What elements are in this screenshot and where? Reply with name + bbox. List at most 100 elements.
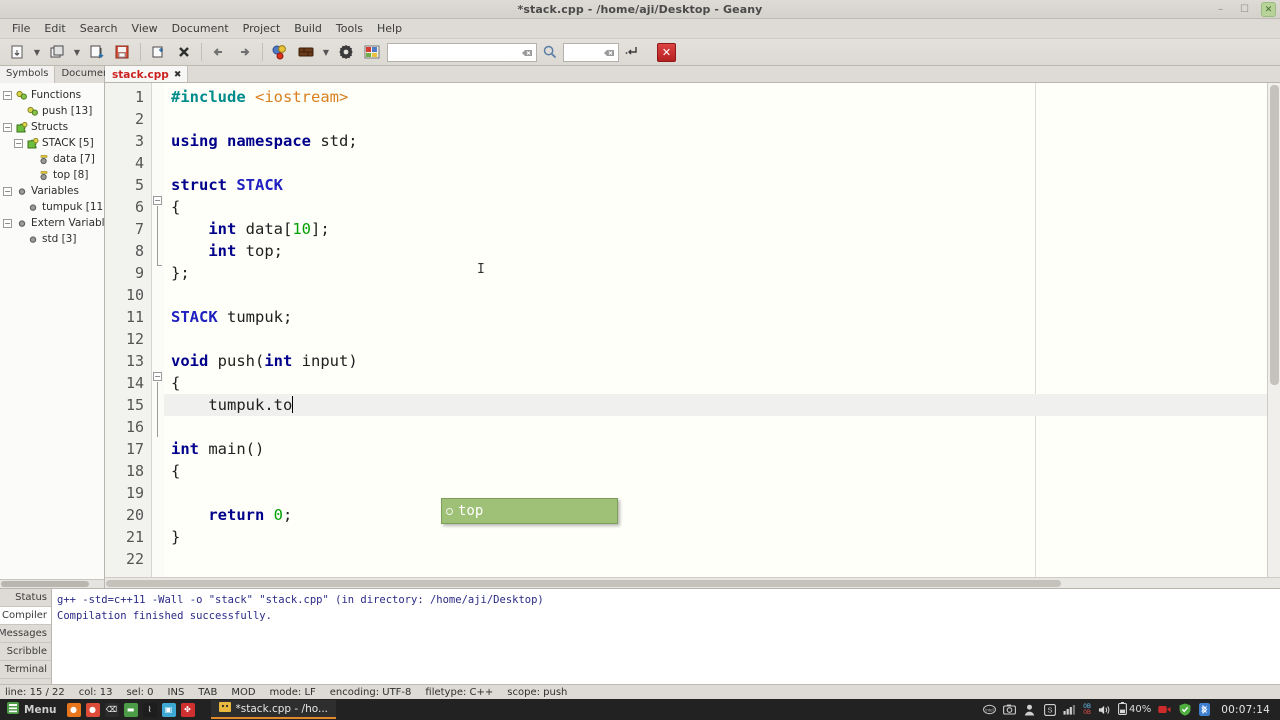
- editor-hscrollbar[interactable]: [105, 577, 1280, 588]
- archive-icon[interactable]: ✤: [180, 702, 195, 717]
- tree-expander-icon[interactable]: −: [3, 218, 12, 228]
- ubuntu-icon[interactable]: ●: [66, 702, 81, 717]
- code-line-11[interactable]: STACK tumpuk;: [164, 306, 1267, 328]
- symbol-tree-item[interactable]: − Variables: [0, 183, 104, 199]
- minimize-icon[interactable]: –: [1213, 2, 1228, 17]
- save-all-button[interactable]: [110, 40, 136, 64]
- code-line-13[interactable]: void push(int input): [164, 350, 1267, 372]
- start-menu-button[interactable]: Menu: [4, 701, 63, 718]
- editor-vscrollbar-thumb[interactable]: [1270, 85, 1279, 385]
- volume-icon[interactable]: [1098, 703, 1111, 716]
- menu-item-tools[interactable]: Tools: [329, 21, 370, 36]
- sidebar-hscrollbar-thumb[interactable]: [1, 581, 89, 587]
- save-button[interactable]: [84, 40, 110, 64]
- symbol-tree-item[interactable]: tumpuk [11]: [0, 199, 104, 215]
- code-line-9[interactable]: };: [164, 262, 1267, 284]
- symbol-tree[interactable]: − Functions push [13] − Structs − STACK [5] dat…: [0, 83, 104, 579]
- code-line-17[interactable]: int main(): [164, 438, 1267, 460]
- search-input[interactable]: [387, 42, 537, 62]
- code-area[interactable]: 1 2 3 4 5 6 7 8 9 10 11 12 13 14 15 16 17 18 19 20 21 22 − − …: [105, 83, 1280, 577]
- tray-intel-icon[interactable]: intel: [983, 703, 997, 716]
- message-tab-status[interactable]: Status: [0, 589, 51, 607]
- tree-expander-icon[interactable]: −: [14, 138, 23, 148]
- forward-button[interactable]: [232, 40, 258, 64]
- code-line-4[interactable]: [164, 152, 1267, 174]
- menu-item-project[interactable]: Project: [236, 21, 288, 36]
- folder-icon[interactable]: ▬: [123, 702, 138, 717]
- symbol-tree-item[interactable]: push [13]: [0, 103, 104, 119]
- fold-marker-line14[interactable]: −: [153, 372, 162, 381]
- code-line-5[interactable]: struct STACK: [164, 174, 1267, 196]
- tray-shutter-icon[interactable]: S: [1043, 703, 1056, 716]
- run-button[interactable]: [359, 40, 385, 64]
- pulse-icon[interactable]: ⌇: [142, 702, 157, 717]
- chevron-down-icon-3[interactable]: ▼: [319, 40, 333, 64]
- quit-button[interactable]: ✕: [657, 42, 676, 62]
- symbol-tree-item[interactable]: data [7]: [0, 151, 104, 167]
- clear-entry-icon[interactable]: [521, 47, 533, 62]
- symbol-tree-item[interactable]: − Extern Variables: [0, 215, 104, 231]
- symbol-tree-item[interactable]: top [8]: [0, 167, 104, 183]
- goto-line-icon[interactable]: [619, 40, 645, 64]
- back-button[interactable]: [206, 40, 232, 64]
- battery-indicator[interactable]: 40%: [1118, 701, 1151, 718]
- sidebar-tab-symbols[interactable]: Symbols: [0, 66, 56, 83]
- code-line-15[interactable]: tumpuk.to: [164, 394, 1267, 416]
- tray-user-icon[interactable]: [1023, 703, 1036, 716]
- symbol-tree-item[interactable]: − Structs: [0, 119, 104, 135]
- tray-network-speed[interactable]: 0B 0B: [1083, 703, 1091, 716]
- symbol-tree-item[interactable]: − Functions: [0, 87, 104, 103]
- menu-item-help[interactable]: Help: [370, 21, 409, 36]
- chevron-down-icon[interactable]: ▼: [30, 40, 44, 64]
- code-line-10[interactable]: [164, 284, 1267, 306]
- message-tab-messages[interactable]: Messages: [0, 625, 51, 643]
- close-icon[interactable]: ✕: [1261, 2, 1276, 17]
- clear-entry-icon-2[interactable]: [603, 47, 615, 62]
- message-tab-terminal[interactable]: Terminal: [0, 661, 51, 679]
- code-line-3[interactable]: using namespace std;: [164, 130, 1267, 152]
- code-line-22[interactable]: [164, 548, 1267, 570]
- fold-marker-line6[interactable]: −: [153, 196, 162, 205]
- goto-line-input[interactable]: [563, 42, 619, 62]
- menu-item-search[interactable]: Search: [73, 21, 125, 36]
- close-file-button[interactable]: [171, 40, 197, 64]
- code-line-8[interactable]: int top;: [164, 240, 1267, 262]
- code-line-6[interactable]: {: [164, 196, 1267, 218]
- editor-vscrollbar[interactable]: [1267, 83, 1280, 577]
- chrome-icon[interactable]: ●: [85, 702, 100, 717]
- open-file-button[interactable]: [44, 40, 70, 64]
- code-line-12[interactable]: [164, 328, 1267, 350]
- code-line-18[interactable]: {: [164, 460, 1267, 482]
- symbol-tree-item[interactable]: − STACK [5]: [0, 135, 104, 151]
- code-line-14[interactable]: {: [164, 372, 1267, 394]
- code-line-2[interactable]: [164, 108, 1267, 130]
- search-icon[interactable]: [537, 40, 563, 64]
- menu-item-view[interactable]: View: [125, 21, 165, 36]
- code-line-7[interactable]: int data[10];: [164, 218, 1267, 240]
- editor-hscrollbar-thumb[interactable]: [106, 580, 1061, 587]
- tray-screenshot-icon[interactable]: [1003, 703, 1017, 716]
- message-tab-scribble[interactable]: Scribble: [0, 643, 51, 661]
- tree-expander-icon[interactable]: −: [3, 186, 12, 196]
- build-button[interactable]: [293, 40, 319, 64]
- code-line-16[interactable]: [164, 416, 1267, 438]
- compile-button[interactable]: [267, 40, 293, 64]
- record-icon[interactable]: [1158, 703, 1171, 716]
- code-line-1[interactable]: #include <iostream>: [164, 86, 1267, 108]
- compiler-output[interactable]: g++ -std=c++11 -Wall -o "stack" "stack.c…: [52, 589, 1280, 684]
- maximize-icon[interactable]: ☐: [1237, 2, 1252, 17]
- bluetooth-icon[interactable]: [1198, 703, 1211, 716]
- code-line-19[interactable]: [164, 482, 1267, 504]
- code-text[interactable]: I top #include <iostream> using namespac…: [164, 83, 1267, 577]
- menu-item-file[interactable]: File: [5, 21, 37, 36]
- shield-icon[interactable]: [1178, 703, 1191, 716]
- close-tab-icon[interactable]: ✖: [174, 70, 182, 80]
- tree-expander-icon[interactable]: −: [3, 122, 12, 132]
- code-line-21[interactable]: }: [164, 526, 1267, 548]
- code-line-20[interactable]: return 0;: [164, 504, 1267, 526]
- sidebar-hscrollbar[interactable]: [0, 579, 104, 588]
- tree-expander-icon[interactable]: −: [3, 90, 12, 100]
- image-icon[interactable]: ▣: [161, 702, 176, 717]
- revert-button[interactable]: [145, 40, 171, 64]
- fold-margin[interactable]: − −: [152, 83, 164, 577]
